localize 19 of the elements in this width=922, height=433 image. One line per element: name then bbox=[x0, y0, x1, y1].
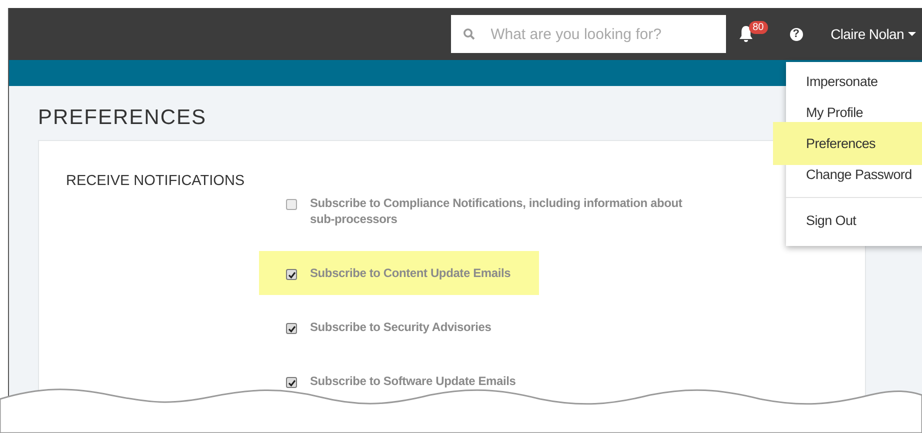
search-field[interactable]: What are you looking for? bbox=[450, 15, 726, 53]
menu-item[interactable]: Preferences bbox=[773, 122, 922, 165]
section-heading: RECEIVE NOTIFICATIONS bbox=[66, 172, 246, 191]
checkbox[interactable] bbox=[286, 377, 297, 388]
notification-badge: 80 bbox=[748, 21, 768, 34]
checkbox[interactable] bbox=[286, 323, 297, 334]
bell-icon[interactable] bbox=[738, 25, 754, 43]
checkbox[interactable] bbox=[286, 199, 297, 210]
option-label: Subscribe to Compliance Notifications, including information about sub-processors bbox=[310, 195, 684, 227]
page-title: PREFERENCES bbox=[38, 106, 207, 131]
option-label: Subscribe to Software Update Emails bbox=[310, 373, 516, 389]
menu-item[interactable]: Impersonate bbox=[786, 66, 922, 97]
caret-icon bbox=[908, 32, 916, 36]
option-label: Subscribe to Content Update Emails bbox=[310, 265, 511, 281]
checkbox[interactable] bbox=[286, 269, 297, 280]
menu-item[interactable]: Sign Out bbox=[786, 197, 922, 236]
option-label: Subscribe to Security Advisories bbox=[310, 319, 492, 335]
help-icon[interactable]: ? bbox=[790, 28, 803, 40]
user-menu-button[interactable]: Claire Nolan bbox=[830, 26, 916, 42]
